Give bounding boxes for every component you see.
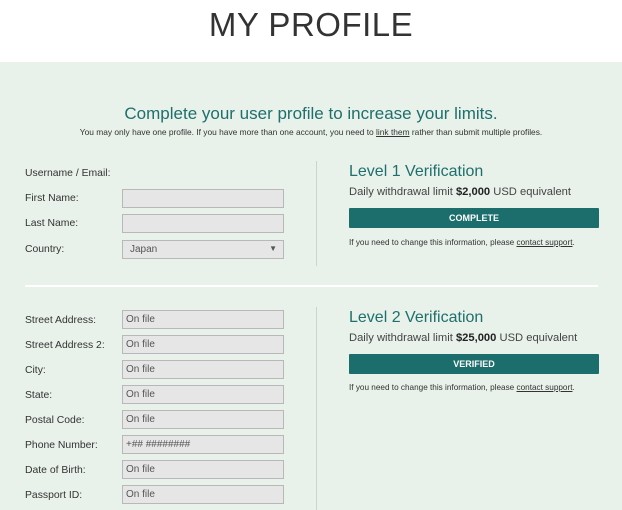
intro-sub-before: You may only have one profile. If you ha… bbox=[79, 127, 377, 137]
level1-limit-suffix: USD equivalent bbox=[490, 186, 571, 198]
street-address-label: Street Address: bbox=[25, 315, 97, 326]
date-of-birth-field[interactable]: On file bbox=[122, 460, 284, 479]
level2-title: Level 2 Verification bbox=[349, 309, 484, 326]
state-label: State: bbox=[25, 390, 53, 401]
street-address-2-field[interactable]: On file bbox=[122, 335, 284, 354]
level1-complete-button[interactable]: COMPLETE bbox=[349, 208, 599, 228]
link-accounts-link[interactable]: link them bbox=[376, 127, 410, 137]
level2-contact-support-link[interactable]: contact support bbox=[517, 383, 573, 392]
level2-verified-button[interactable]: VERIFIED bbox=[349, 354, 599, 374]
country-select[interactable]: Japan ▼ bbox=[122, 240, 284, 259]
country-value: Japan bbox=[130, 244, 158, 255]
level2-limit-amount: $25,000 bbox=[455, 332, 497, 344]
intro-heading: Complete your user profile to increase y… bbox=[124, 104, 498, 123]
state-field[interactable]: On file bbox=[122, 385, 284, 404]
level1-note: If you need to change this information, … bbox=[349, 237, 599, 249]
city-field[interactable]: On file bbox=[122, 360, 284, 379]
first-name-field[interactable] bbox=[122, 189, 284, 208]
street-address-2-label: Street Address 2: bbox=[25, 340, 105, 351]
level2-limit-suffix: USD equivalent bbox=[496, 332, 578, 344]
level2-note: If you need to change this information, … bbox=[349, 382, 599, 394]
date-of-birth-label: Date of Birth: bbox=[25, 465, 86, 476]
postal-code-field[interactable]: On file bbox=[122, 410, 284, 429]
level1-limit: Daily withdrawal limit $2,000 USD equiva… bbox=[349, 186, 571, 198]
level1-title: Level 1 Verification bbox=[349, 163, 484, 180]
level2-note-before: If you need to change this information, … bbox=[349, 383, 517, 392]
first-name-label: First Name: bbox=[25, 193, 79, 204]
intro-sub-after: rather than submit multiple profiles. bbox=[409, 127, 543, 137]
last-name-label: Last Name: bbox=[25, 218, 79, 229]
section-divider bbox=[25, 285, 598, 287]
postal-code-label: Postal Code: bbox=[25, 415, 85, 426]
level1-contact-support-link[interactable]: contact support bbox=[517, 238, 573, 247]
street-address-field[interactable]: On file bbox=[122, 310, 284, 329]
last-name-field[interactable] bbox=[122, 214, 284, 233]
passport-id-label: Passport ID: bbox=[25, 490, 83, 501]
phone-number-field[interactable]: +## ######## bbox=[122, 435, 284, 454]
level2-limit-prefix: Daily withdrawal limit bbox=[349, 332, 456, 344]
city-label: City: bbox=[25, 365, 46, 376]
chevron-down-icon: ▼ bbox=[269, 244, 277, 253]
phone-number-label: Phone Number: bbox=[25, 440, 98, 451]
level1-note-after: . bbox=[572, 238, 575, 247]
page-title: MY PROFILE bbox=[208, 6, 414, 43]
intro-subtext: You may only have one profile. If you ha… bbox=[0, 127, 622, 137]
column-divider-bottom bbox=[316, 307, 317, 510]
level1-limit-prefix: Daily withdrawal limit bbox=[349, 186, 456, 198]
level2-note-after: . bbox=[572, 383, 575, 392]
level1-limit-amount: $2,000 bbox=[455, 186, 491, 198]
level2-limit: Daily withdrawal limit $25,000 USD equiv… bbox=[349, 332, 577, 344]
level1-note-before: If you need to change this information, … bbox=[349, 238, 517, 247]
passport-id-field[interactable]: On file bbox=[122, 485, 284, 504]
profile-panel: Complete your user profile to increase y… bbox=[0, 62, 622, 510]
country-label: Country: bbox=[25, 244, 65, 255]
column-divider-top bbox=[316, 161, 317, 266]
username-label: Username / Email: bbox=[25, 168, 111, 179]
